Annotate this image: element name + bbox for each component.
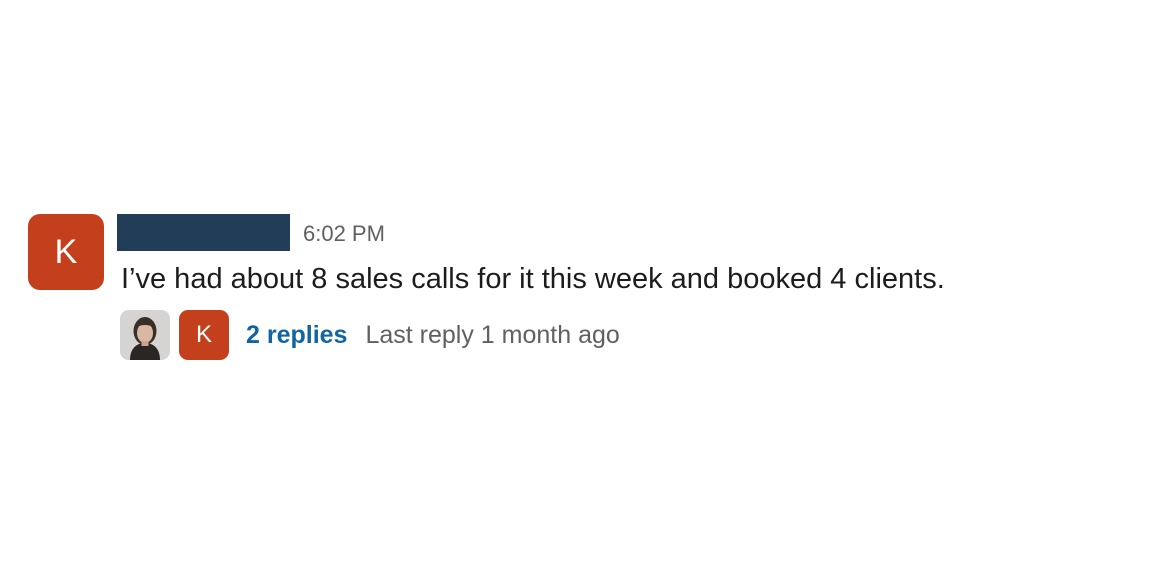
last-reply-time: Last reply 1 month ago [365,321,620,349]
user-photo-avatar [120,310,170,360]
message-text: I’ve had about 8 sales calls for it this… [121,263,945,295]
message-timestamp[interactable]: 6:02 PM [303,221,385,247]
thread-summary[interactable]: K 2 replies Last reply 1 month ago [120,309,620,361]
sender-avatar[interactable]: K [28,214,104,290]
sender-name-redacted[interactable] [117,214,290,251]
chat-message: K 6:02 PM I’ve had about 8 sales calls f… [28,214,1128,374]
participant-avatar-k: K [179,310,229,360]
replies-link[interactable]: 2 replies [246,320,347,350]
